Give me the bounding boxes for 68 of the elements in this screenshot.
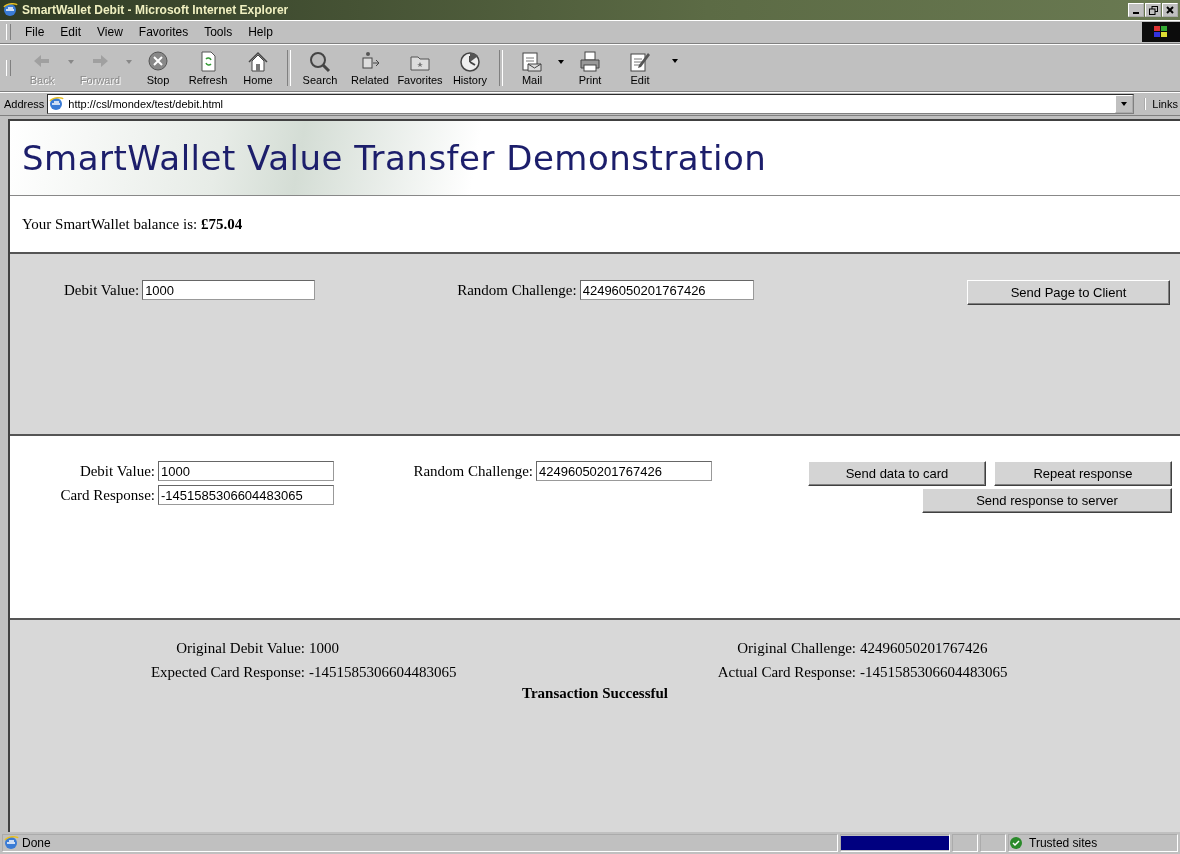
address-label: Address <box>4 98 45 110</box>
input-field[interactable]: 42496050201767426 <box>536 461 712 481</box>
action-button[interactable]: Send response to server <box>922 488 1172 513</box>
toolbar-button[interactable]: Related <box>345 50 395 86</box>
close-icon <box>1166 6 1174 14</box>
page-heading: SmartWallet Value Transfer Demonstration <box>22 138 767 178</box>
input-field[interactable]: 42496050201767426 <box>579 280 754 300</box>
edit-icon <box>628 50 652 74</box>
dropdown-button[interactable] <box>1115 95 1134 113</box>
toolbar-button[interactable]: Edit <box>615 50 665 86</box>
toolbar-button[interactable]: Stop <box>133 50 183 86</box>
action-button[interactable]: Repeat response <box>994 461 1172 486</box>
address-field[interactable]: http://csl/mondex/test/debit.html <box>47 94 1135 114</box>
menu-item[interactable]: Favorites <box>130 25 197 39</box>
home-icon <box>246 50 270 74</box>
mail-icon <box>520 50 544 74</box>
result-value: 42496050201767426 <box>860 640 989 657</box>
ie-page-icon <box>48 96 65 112</box>
send-button[interactable]: Send Page to Client <box>967 280 1170 305</box>
close-button[interactable] <box>1162 3 1178 17</box>
result-label: Original Challenge: <box>736 640 857 657</box>
result-value: 1000 <box>309 640 340 657</box>
menu-item[interactable]: File <box>17 25 53 39</box>
toolbar-button[interactable]: Home <box>233 50 283 86</box>
toolbar-button[interactable]: Mail <box>507 50 557 86</box>
menu-item[interactable]: View <box>89 25 131 39</box>
input-field[interactable]: 1000 <box>158 461 334 481</box>
field-label: Random Challenge: <box>457 281 577 299</box>
windows-logo-icon <box>1153 25 1169 39</box>
links-button[interactable]: Links <box>1144 98 1178 110</box>
status-pane <box>980 834 1006 852</box>
transaction-status: Transaction Successful <box>521 685 669 702</box>
minimize-button[interactable] <box>1128 3 1144 17</box>
zone-text: Trusted sites <box>1029 836 1098 850</box>
result-label: Original Debit Value: <box>175 640 306 657</box>
printer-icon <box>578 50 602 74</box>
field-label: Random Challenge: <box>413 462 533 480</box>
status-pane <box>952 834 978 852</box>
caret-icon <box>1120 100 1129 108</box>
restore-icon <box>1148 5 1158 15</box>
result-value: -1451585306604483065 <box>860 664 1009 681</box>
action-button[interactable]: Send data to card <box>808 461 986 486</box>
menu-item[interactable]: Tools <box>196 25 241 39</box>
toolbar-button[interactable]: Favorites <box>395 50 445 86</box>
result-value: -1451585306604483065 <box>309 664 458 681</box>
stop-icon <box>146 50 170 74</box>
field-label: Debit Value: <box>64 281 140 299</box>
status-text: Done <box>22 836 51 850</box>
toolbar-button[interactable]: History <box>445 50 495 86</box>
toolbar-button[interactable]: Print <box>565 50 615 86</box>
window-title: SmartWallet Debit - Microsoft Internet Explorer <box>22 3 290 17</box>
menu-item[interactable]: Edit <box>52 25 90 39</box>
toolbar-button[interactable]: Refresh <box>183 50 233 86</box>
balance-text: Your SmartWallet balance is: £75.04 <box>22 215 243 233</box>
menu-item[interactable]: Help <box>240 25 281 39</box>
search-icon <box>308 50 332 74</box>
restore-button[interactable] <box>1145 3 1161 17</box>
caret-icon[interactable] <box>557 58 565 66</box>
input-field[interactable]: -1451585306604483065 <box>158 485 334 505</box>
result-label: Expected Card Response: <box>149 664 306 681</box>
more-caret-icon[interactable] <box>671 57 679 65</box>
result-label: Actual Card Response: <box>716 664 857 681</box>
ie-logo-icon <box>2 2 18 18</box>
field-label: Debit Value: <box>79 462 155 480</box>
input-field[interactable]: 1000 <box>142 280 316 300</box>
field-label: Card Response: <box>60 486 155 504</box>
clock-icon <box>458 50 482 74</box>
toolbar-button[interactable]: Search <box>295 50 345 86</box>
